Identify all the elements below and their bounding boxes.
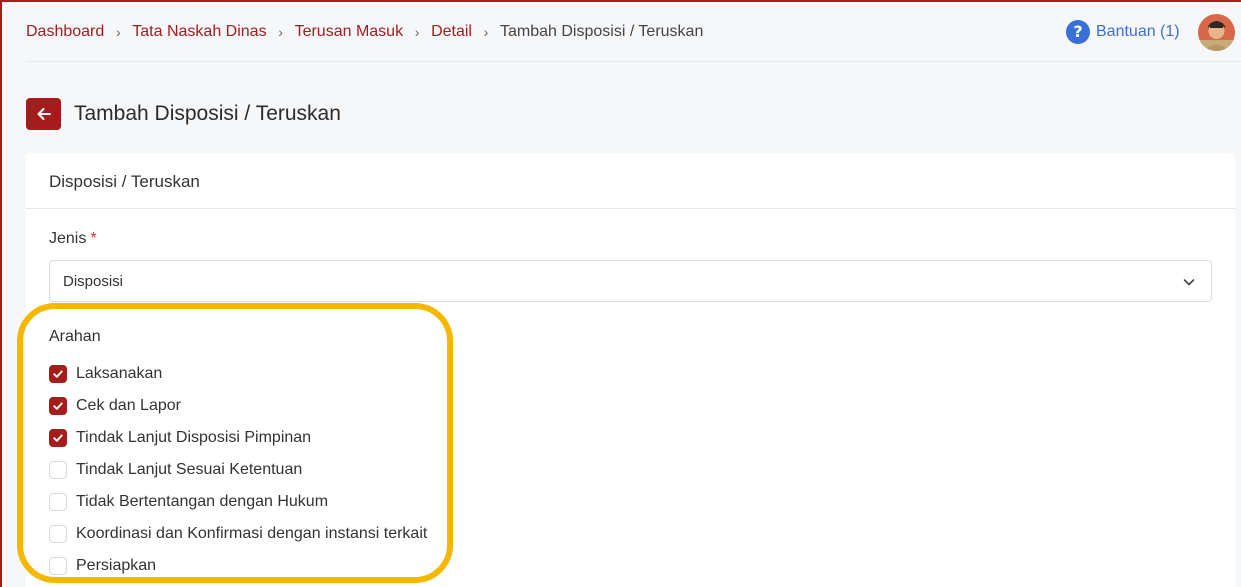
arahan-option-label: Koordinasi dan Konfirmasi dengan instans…	[76, 525, 428, 542]
breadcrumb-tata-naskah-dinas[interactable]: Tata Naskah Dinas	[132, 23, 266, 41]
chevron-down-icon	[1183, 279, 1195, 286]
checkbox-unchecked[interactable]	[49, 493, 67, 511]
card-header: Disposisi / Teruskan	[26, 153, 1235, 209]
arahan-option-label: Tindak Lanjut Disposisi Pimpinan	[76, 429, 312, 446]
window-edge-left	[0, 0, 2, 587]
chevron-right-icon: ›	[115, 24, 121, 40]
arahan-option-label: Cek dan Lapor	[76, 397, 181, 414]
arahan-option[interactable]: Laksanakan	[49, 358, 427, 390]
arahan-label: Arahan	[49, 328, 101, 345]
chevron-right-icon: ›	[414, 24, 420, 40]
question-circle-icon: ?	[1066, 20, 1090, 44]
checkmark-icon	[53, 434, 63, 442]
checkbox-checked[interactable]	[49, 429, 67, 447]
checkbox-checked[interactable]	[49, 365, 67, 383]
jenis-select-value: Disposisi	[63, 273, 124, 290]
breadcrumb-terusan-masuk[interactable]: Terusan Masuk	[295, 23, 404, 41]
arahan-option[interactable]: Tindak Lanjut Disposisi Pimpinan	[49, 422, 427, 454]
arahan-option[interactable]: Cek dan Lapor	[49, 390, 427, 422]
help-button[interactable]: ? Bantuan (1)	[1066, 20, 1180, 44]
breadcrumb: Dashboard › Tata Naskah Dinas › Terusan …	[26, 22, 703, 42]
arahan-option-label: Laksanakan	[76, 365, 163, 382]
checkbox-unchecked[interactable]	[49, 461, 67, 479]
jenis-select[interactable]: Disposisi	[49, 260, 1212, 302]
card-title: Disposisi / Teruskan	[49, 172, 200, 191]
avatar[interactable]	[1198, 14, 1235, 51]
jenis-label-text: Jenis	[49, 230, 87, 247]
chevron-right-icon: ›	[483, 24, 489, 40]
chevron-right-icon: ›	[278, 24, 283, 40]
checkbox-unchecked[interactable]	[49, 525, 67, 543]
checkbox-checked[interactable]	[49, 397, 67, 415]
help-label: Bantuan (1)	[1096, 23, 1180, 40]
arahan-option-label: Persiapkan	[76, 557, 157, 574]
arahan-option[interactable]: Koordinasi dan Konfirmasi dengan instans…	[49, 518, 427, 550]
checkbox-unchecked[interactable]	[49, 557, 67, 575]
arahan-option-label: Tindak Lanjut Sesuai Ketentuan	[76, 461, 303, 478]
arahan-option[interactable]: Tidak Bertentangan dengan Hukum	[49, 486, 427, 518]
breadcrumb-dashboard[interactable]: Dashboard	[26, 23, 104, 41]
jenis-label: Jenis *	[49, 230, 97, 248]
disposisi-card: Disposisi / Teruskan Jenis * Disposisi Ar…	[26, 153, 1235, 587]
breadcrumb-current: Tambah Disposisi / Teruskan	[499, 23, 704, 40]
checkmark-icon	[53, 370, 63, 378]
page-title: Tambah Disposisi / Teruskan	[74, 102, 341, 125]
top-header: Dashboard › Tata Naskah Dinas › Terusan …	[26, 0, 1241, 62]
breadcrumb-detail[interactable]: Detail	[431, 23, 472, 41]
arrow-left-icon	[37, 108, 51, 120]
arahan-option-label: Tidak Bertentangan dengan Hukum	[76, 493, 329, 510]
arahan-option[interactable]: Tindak Lanjut Sesuai Ketentuan	[49, 454, 427, 486]
checkmark-icon	[53, 402, 63, 410]
arahan-checkbox-list: Laksanakan Cek dan Lapor Tindak Lanjut Dis…	[49, 358, 427, 582]
required-mark: *	[90, 230, 97, 247]
arahan-option[interactable]: Persiapkan	[49, 550, 427, 582]
back-button[interactable]	[26, 98, 61, 130]
